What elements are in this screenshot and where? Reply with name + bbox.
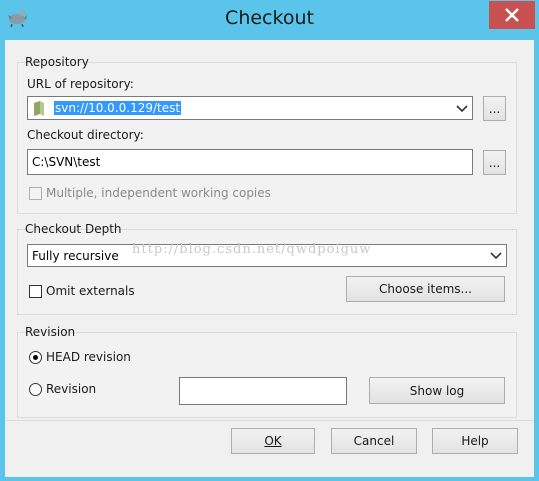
title-bar: Checkout xyxy=(0,0,539,40)
multiple-copies-checkbox[interactable] xyxy=(29,187,42,200)
choose-items-button[interactable]: Choose items... xyxy=(346,276,505,302)
url-value: svn://10.0.0.129/test xyxy=(54,101,182,115)
multiple-copies-label: Multiple, independent working copies xyxy=(46,186,271,200)
repository-group-title: Repository xyxy=(25,55,89,69)
browse-url-button[interactable]: ... xyxy=(483,96,506,121)
help-button[interactable]: Help xyxy=(432,428,518,454)
watermark-text: http://blog.csdn.net/qwdpoiguw xyxy=(132,242,372,257)
checkout-dir-label: Checkout directory: xyxy=(27,128,144,142)
window-title: Checkout xyxy=(225,7,314,29)
cancel-button[interactable]: Cancel xyxy=(331,428,417,454)
head-revision-radio[interactable] xyxy=(29,351,42,364)
ok-button-label: OK xyxy=(264,434,282,448)
folder-icon xyxy=(34,101,44,116)
revision-group-title: Revision xyxy=(25,325,76,339)
head-revision-label: HEAD revision xyxy=(46,350,131,364)
close-icon xyxy=(505,8,519,22)
close-button[interactable] xyxy=(489,1,535,29)
checkout-dir-input[interactable]: C:\SVN\test xyxy=(27,149,473,175)
checkout-depth-title: Checkout Depth xyxy=(25,222,122,236)
omit-externals-label: Omit externals xyxy=(46,284,135,298)
radio-selected-dot xyxy=(33,355,38,360)
depth-selected-value: Fully recursive xyxy=(32,249,119,263)
revision-radio[interactable] xyxy=(29,383,42,396)
chevron-down-icon xyxy=(490,252,502,260)
omit-externals-checkbox[interactable] xyxy=(29,285,42,298)
revision-label: Revision xyxy=(46,382,97,396)
url-combobox[interactable]: svn://10.0.0.129/test xyxy=(27,96,473,120)
revision-group xyxy=(17,332,517,418)
browse-dir-button[interactable]: ... xyxy=(483,150,506,175)
revision-input[interactable] xyxy=(179,377,347,405)
show-log-button[interactable]: Show log xyxy=(369,377,505,404)
chevron-down-icon xyxy=(456,105,468,113)
checkout-dir-value: C:\SVN\test xyxy=(32,155,101,169)
ok-button[interactable]: OK xyxy=(231,428,315,454)
url-label: URL of repository: xyxy=(27,77,134,91)
